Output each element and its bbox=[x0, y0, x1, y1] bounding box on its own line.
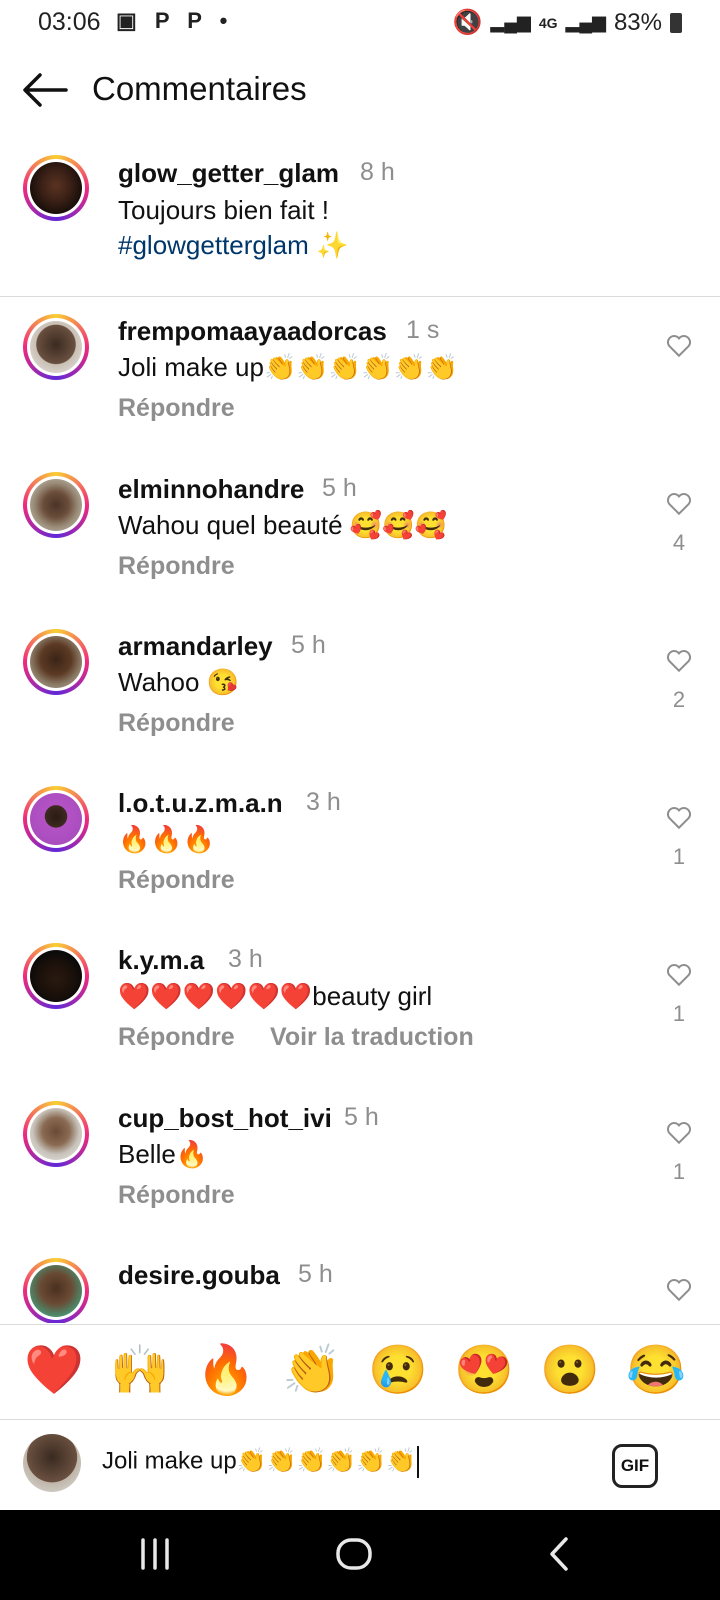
like-count: 2 bbox=[672, 687, 686, 712]
comment-time: 5 h bbox=[291, 631, 326, 659]
comment-text: ❤️❤️❤️❤️❤️❤️beauty girl bbox=[118, 981, 433, 1011]
comment-item: desire.gouba 5 h bbox=[0, 1258, 720, 1323]
system-nav-bar bbox=[0, 1510, 720, 1600]
avatar[interactable] bbox=[23, 629, 89, 695]
recent-apps-icon[interactable] bbox=[138, 1534, 172, 1574]
comment-time: 5 h bbox=[322, 474, 357, 502]
heart-icon[interactable] bbox=[666, 1278, 692, 1302]
back-arrow-icon[interactable] bbox=[22, 72, 68, 108]
heart-icon[interactable] bbox=[666, 492, 692, 516]
status-bar: 03:06 ▣ P P • 🔇 ▂▄▆ 4G ▂▄▆ 83% bbox=[0, 0, 720, 46]
mute-icon: 🔇 bbox=[452, 9, 483, 36]
text-cursor bbox=[417, 1446, 420, 1478]
heart-icon[interactable] bbox=[666, 1121, 692, 1145]
status-right: 🔇 ▂▄▆ 4G ▂▄▆ 83% bbox=[452, 8, 682, 37]
comment-username[interactable]: frempomaayaadorcas bbox=[118, 316, 387, 347]
heart-icon[interactable] bbox=[666, 649, 692, 673]
avatar[interactable] bbox=[23, 1101, 89, 1167]
like-count: 1 bbox=[672, 1001, 686, 1026]
emoji-laughing-button[interactable]: 😂 bbox=[626, 1343, 686, 1399]
see-translation-button[interactable]: Voir la traduction bbox=[270, 1023, 474, 1052]
avatar[interactable] bbox=[23, 1258, 89, 1323]
heart-icon[interactable] bbox=[666, 334, 692, 358]
caption-username[interactable]: glow_getter_glam bbox=[118, 158, 339, 189]
my-avatar bbox=[23, 1434, 81, 1492]
comment-username[interactable]: k.y.m.a bbox=[118, 945, 204, 976]
emoji-clap-button[interactable]: 👏 bbox=[282, 1343, 342, 1399]
avatar[interactable] bbox=[23, 155, 89, 221]
emoji-raised-hands-button[interactable]: 🙌 bbox=[110, 1343, 170, 1399]
comment-text: Wahoo 😘 bbox=[118, 667, 240, 697]
comment-list[interactable]: frempomaayaadorcas 1 s Joli make up👏👏👏👏👏… bbox=[0, 297, 720, 1323]
heart-icon[interactable] bbox=[666, 963, 692, 987]
emoji-crying-button[interactable]: 😢 bbox=[368, 1343, 428, 1399]
comment-composer: Joli make up👏👏👏👏👏👏 GIF bbox=[0, 1420, 720, 1510]
comment-input-text: Joli make up👏👏👏👏👏👏 bbox=[102, 1447, 417, 1475]
caption-hashtag[interactable]: #glowgetterglam ✨ bbox=[118, 230, 348, 261]
back-nav-icon[interactable] bbox=[546, 1534, 572, 1574]
hashtag-link[interactable]: #glowgetterglam bbox=[118, 230, 309, 260]
comment-item: elminnohandre 5 h Wahou quel beauté 🥰🥰🥰 … bbox=[0, 472, 720, 622]
emoji-fire-button[interactable]: 🔥 bbox=[196, 1343, 256, 1399]
comment-time: 5 h bbox=[344, 1103, 379, 1131]
reply-button[interactable]: Répondre bbox=[118, 394, 235, 423]
like-count: 1 bbox=[672, 844, 686, 869]
like-count: 1 bbox=[672, 1159, 686, 1184]
reply-button[interactable]: Répondre bbox=[118, 552, 235, 581]
comment-item: l.o.t.u.z.m.a.n 3 h 🔥🔥🔥 Répondre 1 bbox=[0, 786, 720, 936]
comment-text: Joli make up👏👏👏👏👏👏 bbox=[118, 352, 459, 382]
reply-button[interactable]: Répondre bbox=[118, 866, 235, 895]
comment-time: 3 h bbox=[228, 945, 263, 973]
comment-username[interactable]: desire.gouba bbox=[118, 1260, 280, 1291]
comment-item: frempomaayaadorcas 1 s Joli make up👏👏👏👏👏… bbox=[0, 314, 720, 464]
reply-button[interactable]: Répondre bbox=[118, 709, 235, 738]
caption-text: Toujours bien fait ! bbox=[118, 195, 330, 225]
emoji-heart-button[interactable]: ❤️ bbox=[24, 1343, 84, 1399]
comment-input[interactable]: Joli make up👏👏👏👏👏👏 bbox=[102, 1446, 420, 1478]
avatar[interactable] bbox=[23, 314, 89, 380]
battery-percent: 83% bbox=[613, 8, 662, 36]
emoji-surprised-button[interactable]: 😮 bbox=[540, 1343, 600, 1399]
comment-text: Belle🔥 bbox=[118, 1139, 209, 1169]
avatar[interactable] bbox=[23, 943, 89, 1009]
battery-icon bbox=[670, 12, 682, 33]
avatar[interactable] bbox=[23, 472, 89, 538]
comment-username[interactable]: cup_bost_hot_ivi bbox=[118, 1103, 332, 1134]
like-count: 4 bbox=[672, 530, 686, 555]
network-type: 4G bbox=[538, 14, 558, 31]
comment-item: armandarley 5 h Wahoo 😘 Répondre 2 bbox=[0, 629, 720, 779]
comment-time: 5 h bbox=[298, 1260, 333, 1288]
home-icon[interactable] bbox=[334, 1534, 374, 1574]
page-title: Commentaires bbox=[92, 70, 307, 107]
quick-emoji-bar: ❤️ 🙌 🔥 👏 😢 😍 😮 😂 bbox=[0, 1324, 720, 1420]
reply-button[interactable]: Répondre bbox=[118, 1181, 235, 1210]
comment-item: cup_bost_hot_ivi 5 h Belle🔥 Répondre 1 bbox=[0, 1101, 720, 1251]
notification-icons: ▣ P P • bbox=[116, 8, 234, 33]
emoji-heart-eyes-button[interactable]: 😍 bbox=[454, 1343, 514, 1399]
comment-username[interactable]: l.o.t.u.z.m.a.n bbox=[118, 788, 283, 819]
status-time: 03:06 bbox=[38, 8, 101, 36]
comment-time: 3 h bbox=[306, 788, 341, 816]
signal-icon-2: ▂▄▆ bbox=[565, 12, 606, 32]
comment-item: k.y.m.a 3 h ❤️❤️❤️❤️❤️❤️beauty girl Répo… bbox=[0, 943, 720, 1093]
comment-time: 1 s bbox=[406, 316, 440, 344]
header: Commentaires bbox=[0, 60, 720, 120]
reply-button[interactable]: Répondre bbox=[118, 1023, 235, 1052]
caption-time: 8 h bbox=[360, 158, 395, 186]
heart-icon[interactable] bbox=[666, 806, 692, 830]
comment-username[interactable]: elminnohandre bbox=[118, 474, 304, 505]
comment-text: 🔥🔥🔥 bbox=[118, 824, 216, 854]
comment-username[interactable]: armandarley bbox=[118, 631, 273, 662]
comment-text: Wahou quel beauté 🥰🥰🥰 bbox=[118, 510, 447, 540]
avatar[interactable] bbox=[23, 786, 89, 852]
sparkles-icon: ✨ bbox=[316, 230, 349, 260]
gif-button[interactable]: GIF bbox=[612, 1444, 658, 1488]
signal-icon: ▂▄▆ bbox=[490, 12, 531, 32]
